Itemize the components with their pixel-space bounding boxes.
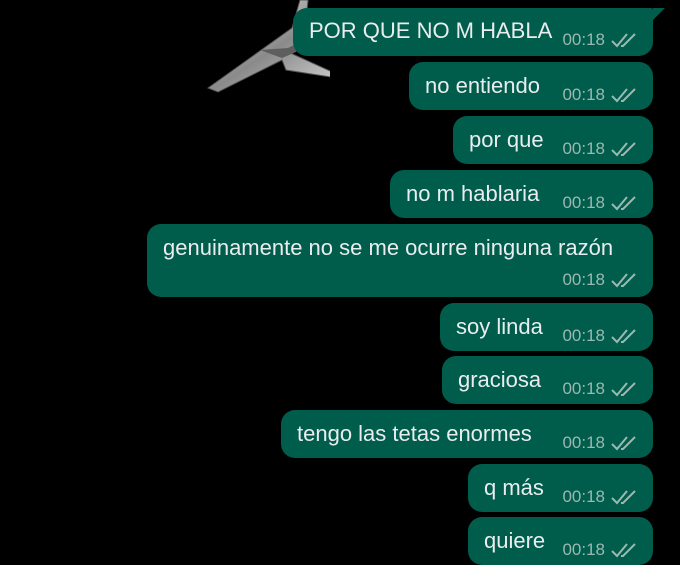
double-check-icon <box>611 196 636 211</box>
message-text: quiere <box>484 528 546 553</box>
message-time: 00:18 <box>562 85 605 104</box>
double-check-icon <box>611 142 636 157</box>
message-text: por que <box>469 127 544 152</box>
chat-area[interactable]: POR QUE NO M HABLA 00:18 no entiendo 00:… <box>0 0 680 565</box>
message-bubble[interactable]: no m hablaria 00:18 <box>390 170 653 218</box>
message-meta: 00:18 <box>562 540 639 560</box>
message-meta: 00:18 <box>562 326 639 346</box>
message-time: 00:18 <box>562 30 605 49</box>
message-time: 00:18 <box>562 326 605 345</box>
message-text: soy linda <box>456 314 543 339</box>
message-text: graciosa <box>458 367 542 392</box>
message-meta: 00:18 <box>562 139 639 159</box>
double-check-icon <box>611 33 636 48</box>
message-time: 00:18 <box>562 433 605 452</box>
message-bubble[interactable]: graciosa 00:18 <box>442 356 653 404</box>
message-meta: 00:18 <box>562 85 639 105</box>
message-bubble[interactable]: genuinamente no se me ocurre ninguna raz… <box>147 224 653 297</box>
message-text: genuinamente no se me ocurre ninguna raz… <box>163 235 614 260</box>
message-meta: 00:18 <box>562 193 639 213</box>
double-check-icon <box>611 436 636 451</box>
message-text: q más <box>484 475 544 500</box>
message-meta: 00:18 <box>562 379 639 399</box>
message-bubble[interactable]: por que 00:18 <box>453 116 653 164</box>
message-text: POR QUE NO M HABLA <box>309 18 553 43</box>
message-time: 00:18 <box>562 193 605 212</box>
message-time: 00:18 <box>562 540 605 559</box>
message-bubble[interactable]: soy linda 00:18 <box>440 303 653 351</box>
message-bubble[interactable]: POR QUE NO M HABLA 00:18 <box>293 8 665 56</box>
bubble-tail <box>653 8 665 20</box>
message-meta: 00:18 <box>562 30 639 50</box>
message-time: 00:18 <box>562 139 605 158</box>
message-time: 00:18 <box>562 270 605 289</box>
message-meta: 00:18 <box>562 270 639 290</box>
message-text: no entiendo <box>425 73 540 98</box>
message-meta: 00:18 <box>562 487 639 507</box>
message-bubble[interactable]: tengo las tetas enormes 00:18 <box>281 410 653 458</box>
message-bubble[interactable]: quiere 00:18 <box>468 517 653 565</box>
message-meta: 00:18 <box>562 433 639 453</box>
double-check-icon <box>611 273 636 288</box>
message-time: 00:18 <box>562 379 605 398</box>
double-check-icon <box>611 382 636 397</box>
double-check-icon <box>611 88 636 103</box>
double-check-icon <box>611 490 636 505</box>
message-time: 00:18 <box>562 487 605 506</box>
double-check-icon <box>611 543 636 558</box>
double-check-icon <box>611 329 636 344</box>
message-text: no m hablaria <box>406 181 540 206</box>
message-bubble[interactable]: q más 00:18 <box>468 464 653 512</box>
message-bubble[interactable]: no entiendo 00:18 <box>409 62 653 110</box>
message-text: tengo las tetas enormes <box>297 421 532 446</box>
